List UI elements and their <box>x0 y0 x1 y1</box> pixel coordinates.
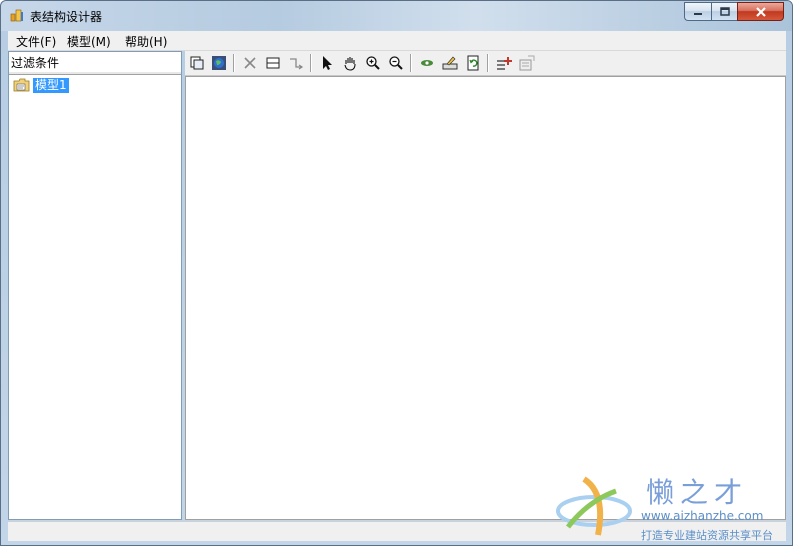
watermark-logo-icon <box>556 476 632 536</box>
refresh-button[interactable] <box>464 54 482 72</box>
watermark: 懒之才 www.aizhanzhe.com 打造专业建站资源共享平台 <box>554 471 789 543</box>
pointer-icon <box>323 56 332 70</box>
close-icon <box>755 6 766 17</box>
title-bar[interactable]: 表结构设计器 <box>1 1 792 31</box>
delete-icon <box>244 57 256 69</box>
add-field-button[interactable] <box>495 54 513 72</box>
watermark-slogan: 打造专业建站资源共享平台 <box>641 529 773 542</box>
zoom-in-button[interactable] <box>364 54 382 72</box>
toolbar <box>185 51 786 76</box>
watermark-url: www.aizhanzhe.com <box>641 509 764 523</box>
hand-icon <box>344 57 356 71</box>
zoom-out-button[interactable] <box>387 54 405 72</box>
maximize-icon <box>719 7 730 16</box>
close-button[interactable] <box>737 2 784 21</box>
toolbar-separator <box>410 54 412 72</box>
toolbar-separator <box>233 54 235 72</box>
watermark-brand: 懒之才 <box>646 476 749 509</box>
properties-icon <box>519 55 535 71</box>
menu-file[interactable]: 文件(F) <box>16 33 56 50</box>
tree-item-label: 模型1 <box>33 77 69 93</box>
refresh-icon <box>467 55 479 71</box>
table-icon <box>266 57 280 69</box>
menu-bar: 文件(F) 模型(M) 帮助(H) <box>8 31 786 51</box>
toolbar-separator <box>487 54 489 72</box>
toolbar-separator <box>310 54 312 72</box>
pointer-button[interactable] <box>318 54 336 72</box>
edit-icon <box>442 56 458 70</box>
filter-divider <box>9 72 181 75</box>
add-field-icon <box>497 57 512 70</box>
relation-button[interactable] <box>287 54 305 72</box>
filter-label[interactable]: 过滤条件 <box>11 54 59 71</box>
minimize-button[interactable] <box>684 2 711 21</box>
preview-button[interactable] <box>418 54 436 72</box>
app-icon <box>10 9 23 22</box>
zoom-out-icon <box>389 56 403 70</box>
tree-item-model[interactable]: 模型1 <box>13 77 69 93</box>
eye-icon <box>421 60 433 66</box>
minimize-icon <box>694 12 702 15</box>
hand-button[interactable] <box>341 54 359 72</box>
edit-button[interactable] <box>441 54 459 72</box>
window-title: 表结构设计器 <box>30 10 103 24</box>
relation-icon <box>290 58 304 70</box>
design-canvas[interactable] <box>185 76 786 520</box>
copy-button[interactable] <box>188 54 206 72</box>
globe-icon <box>212 56 226 70</box>
menu-model[interactable]: 模型(M) <box>67 33 111 50</box>
model-tree-panel: 过滤条件 模型1 <box>8 51 182 520</box>
table-button[interactable] <box>264 54 282 72</box>
properties-button[interactable] <box>518 54 536 72</box>
delete-button[interactable] <box>241 54 259 72</box>
app-window: 表结构设计器 文件(F) 模型(M) 帮助(H) 过滤条件 模型1 懒之才 ww… <box>0 0 793 546</box>
maximize-button[interactable] <box>711 2 737 21</box>
menu-help[interactable]: 帮助(H) <box>125 33 167 50</box>
window-controls <box>684 2 784 21</box>
copy-icon <box>190 56 204 70</box>
folder-model-icon <box>13 78 30 92</box>
zoom-in-icon <box>366 56 380 70</box>
globe-button[interactable] <box>210 54 228 72</box>
